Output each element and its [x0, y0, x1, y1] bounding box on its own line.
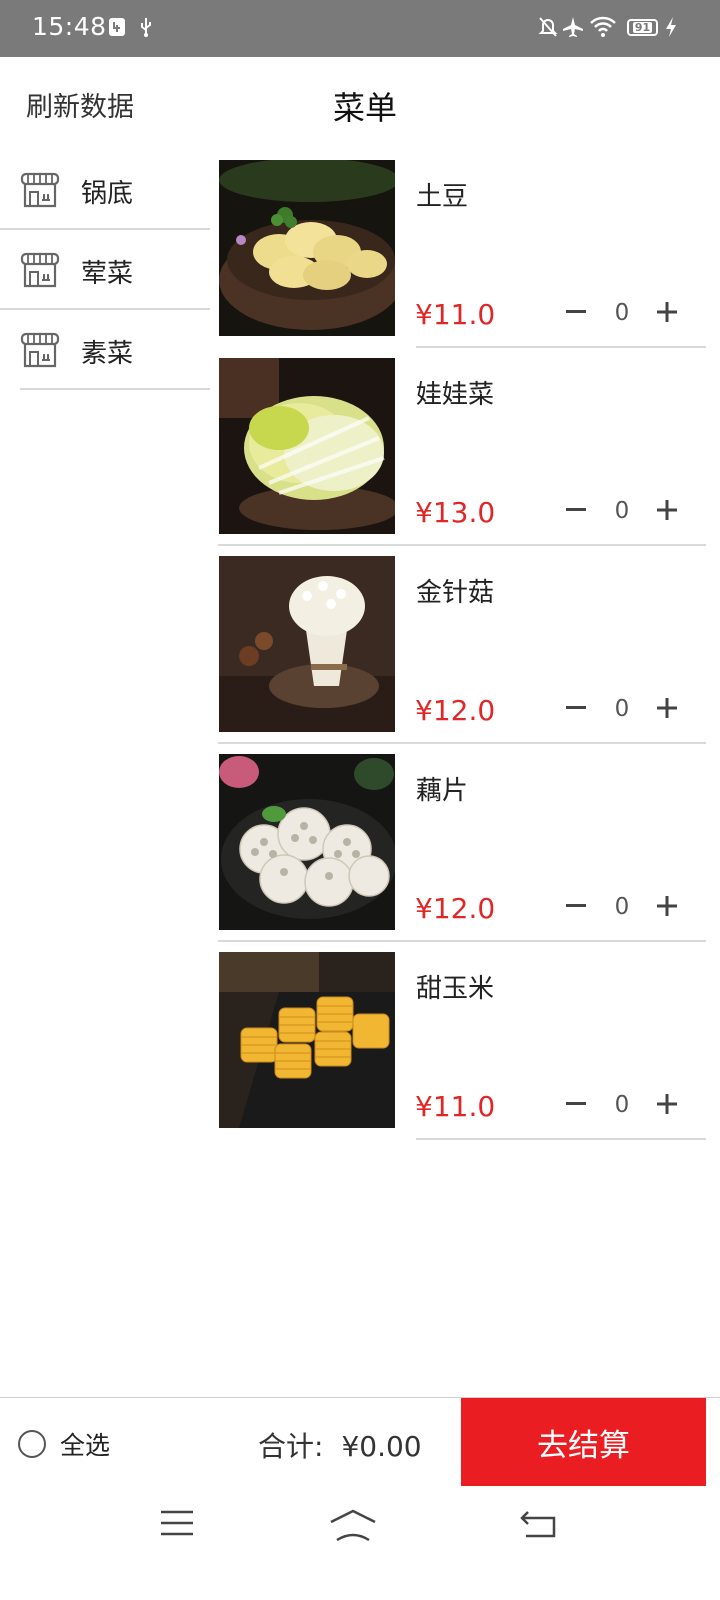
- product-name: 娃娃菜: [416, 380, 495, 410]
- minus-icon: [566, 904, 586, 907]
- quantity-value: 0: [614, 498, 630, 524]
- minus-icon: [566, 508, 586, 511]
- potato-image: [219, 160, 395, 336]
- product-name: 藕片: [416, 776, 469, 806]
- product-price: ¥11.0: [415, 298, 496, 331]
- checkout-button[interactable]: 去结算: [461, 1398, 706, 1486]
- total-amount: ¥0.00: [341, 1430, 422, 1463]
- menu-icon[interactable]: [160, 1508, 194, 1538]
- divider: [218, 742, 706, 744]
- product-name: 金针菇: [416, 578, 495, 608]
- total-label: 合计:: [258, 1430, 324, 1463]
- increase-quantity-button[interactable]: [647, 490, 687, 530]
- cart-total: 合计: ¥0.00: [258, 1425, 422, 1465]
- decrease-quantity-button[interactable]: [556, 688, 596, 728]
- product-price: ¥11.0: [415, 1090, 496, 1123]
- minus-icon: [566, 310, 586, 313]
- list-item: 甜玉米 ¥11.0 0: [218, 952, 720, 1150]
- decrease-quantity-button[interactable]: [556, 490, 596, 530]
- product-list: 土豆 ¥11.0 0 娃娃菜 ¥13.0 0 金针菇 ¥12.0 0 藕片 ¥1…: [218, 160, 720, 1150]
- plus-icon: [657, 500, 677, 520]
- category-sidebar: 锅底 荤菜 素菜: [0, 150, 210, 390]
- plus-icon: [657, 302, 677, 322]
- battery-icon: 91: [627, 19, 658, 36]
- system-nav-bar: [0, 1490, 720, 1600]
- airplane-icon: [563, 17, 583, 37]
- radio-icon: [18, 1430, 46, 1458]
- sidebar-item-meat[interactable]: 荤菜: [0, 230, 210, 310]
- sidebar-item-label: 素菜: [81, 339, 134, 369]
- page-title: 菜单: [332, 89, 397, 127]
- divider: [416, 346, 706, 348]
- divider: [218, 544, 706, 546]
- battery-level: 91: [632, 21, 653, 34]
- divider: [416, 1138, 706, 1140]
- back-icon[interactable]: [520, 1508, 558, 1538]
- sidebar-item-label: 荤菜: [81, 259, 134, 289]
- increase-quantity-button[interactable]: [647, 1084, 687, 1124]
- plus-icon: [657, 698, 677, 718]
- decrease-quantity-button[interactable]: [556, 1084, 596, 1124]
- product-price: ¥13.0: [415, 496, 496, 529]
- quantity-value: 0: [614, 1092, 630, 1118]
- list-item: 娃娃菜 ¥13.0 0: [218, 358, 720, 556]
- increase-quantity-button[interactable]: [647, 292, 687, 332]
- sweet-corn-image: [219, 952, 395, 1128]
- divider: [218, 940, 706, 942]
- quantity-value: 0: [614, 894, 630, 920]
- charging-icon: [666, 17, 676, 37]
- minus-icon: [566, 1102, 586, 1105]
- store-icon: [20, 252, 60, 288]
- select-all-label: 全选: [60, 1431, 111, 1460]
- list-item: 藕片 ¥12.0 0: [218, 754, 720, 952]
- product-price: ¥12.0: [415, 892, 496, 925]
- list-item: 土豆 ¥11.0 0: [218, 160, 720, 358]
- increase-quantity-button[interactable]: [647, 688, 687, 728]
- product-name: 甜玉米: [416, 974, 495, 1004]
- usb-debug-icon: [109, 18, 125, 36]
- store-icon: [20, 172, 60, 208]
- decrease-quantity-button[interactable]: [556, 292, 596, 332]
- plus-icon: [657, 896, 677, 916]
- select-all-checkbox[interactable]: 全选: [18, 1426, 110, 1462]
- home-icon[interactable]: [329, 1508, 377, 1542]
- divider: [20, 388, 210, 390]
- usb-icon: [141, 18, 151, 37]
- cart-bar: 全选 合计: ¥0.00 去结算: [0, 1397, 720, 1488]
- wifi-icon: [590, 16, 616, 37]
- status-time: 15:48: [32, 12, 107, 41]
- enoki-mushroom-image: [219, 556, 395, 732]
- sidebar-item-label: 锅底: [81, 179, 134, 209]
- store-icon: [20, 332, 60, 368]
- silent-icon: [538, 17, 558, 37]
- status-bar: 15:48 91: [0, 0, 720, 57]
- plus-icon: [657, 1094, 677, 1114]
- product-name: 土豆: [416, 182, 469, 212]
- quantity-value: 0: [614, 696, 630, 722]
- product-price: ¥12.0: [415, 694, 496, 727]
- lotus-root-image: [219, 754, 395, 930]
- quantity-value: 0: [614, 300, 630, 326]
- header: 刷新数据 菜单: [0, 57, 720, 153]
- increase-quantity-button[interactable]: [647, 886, 687, 926]
- decrease-quantity-button[interactable]: [556, 886, 596, 926]
- minus-icon: [566, 706, 586, 709]
- sidebar-item-vegetables[interactable]: 素菜: [0, 310, 210, 390]
- sidebar-item-hotpot-base[interactable]: 锅底: [0, 150, 210, 230]
- baby-cabbage-image: [219, 358, 395, 534]
- list-item: 金针菇 ¥12.0 0: [218, 556, 720, 754]
